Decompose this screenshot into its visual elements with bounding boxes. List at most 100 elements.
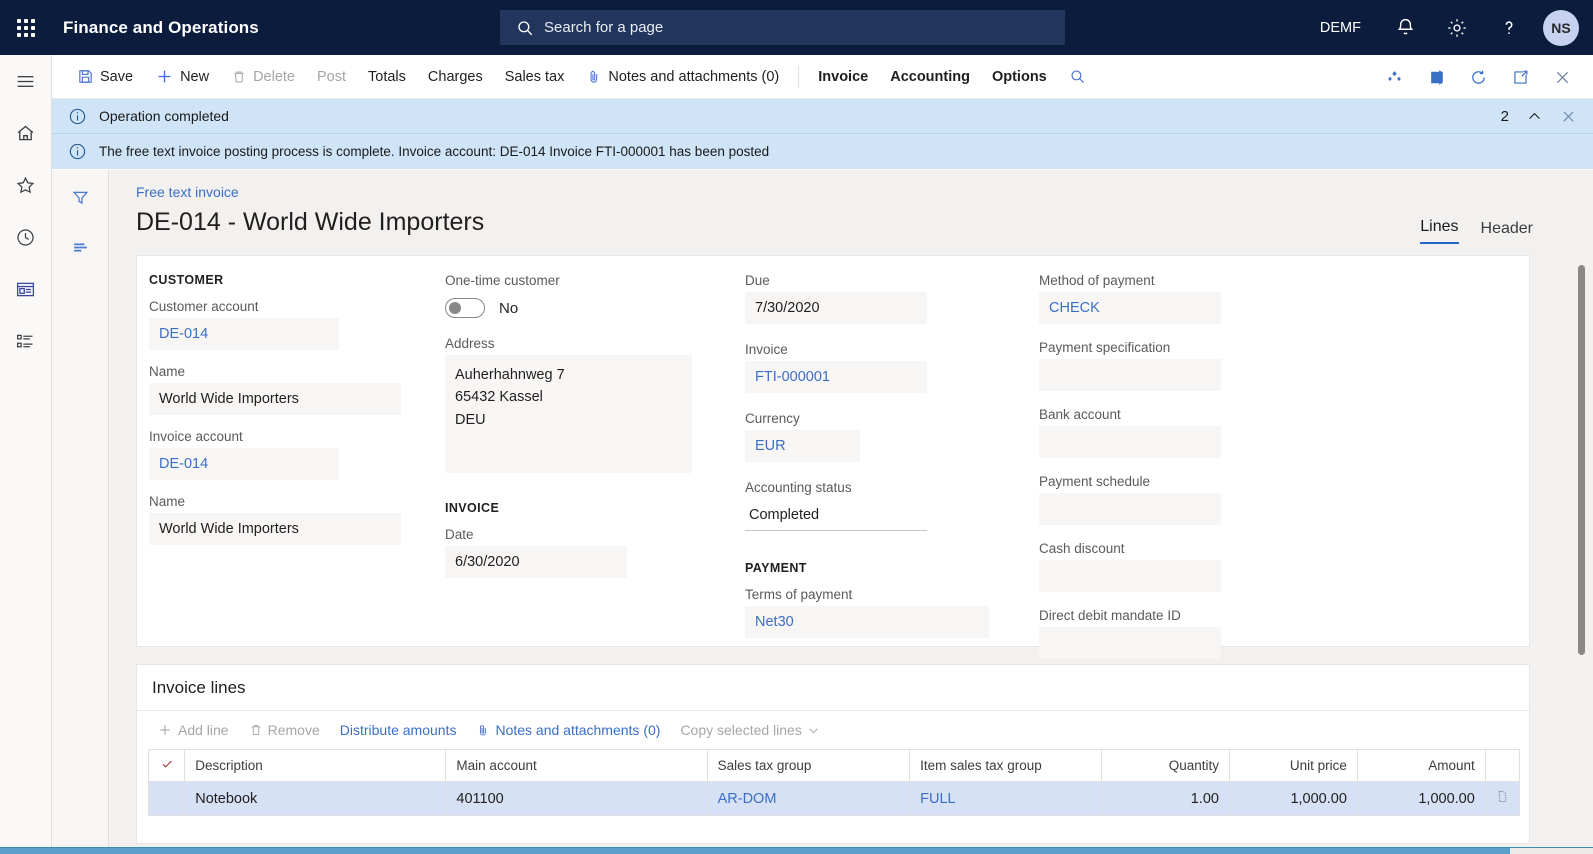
invoice-date-input[interactable]: 6/30/2020 — [445, 546, 627, 578]
modules-list-icon[interactable] — [6, 323, 46, 359]
field-currency: Currency EUR — [745, 411, 1005, 462]
filter-icon[interactable] — [63, 182, 97, 212]
invoice-header-card: CUSTOMER Customer account DE-014 Name Wo… — [136, 255, 1530, 647]
copy-selected-lines-button[interactable]: Copy selected lines — [670, 711, 829, 749]
column-header-main-account[interactable]: Main account — [446, 750, 707, 782]
post-button[interactable]: Post — [306, 55, 357, 99]
horizontal-scrollbar-thumb[interactable] — [0, 848, 1510, 854]
workspaces-icon[interactable] — [6, 271, 46, 307]
gear-icon[interactable] — [1431, 0, 1483, 55]
popout-icon[interactable] — [1499, 55, 1541, 99]
recent-clock-icon[interactable] — [6, 219, 46, 255]
field-invoice-account: Invoice account DE-014 — [149, 429, 349, 480]
currency-input[interactable]: EUR — [745, 430, 860, 462]
column-header-sales-tax-group[interactable]: Sales tax group — [707, 750, 910, 782]
message-bar-secondary: The free text invoice posting process is… — [52, 134, 1593, 169]
address-input[interactable]: Auherhahnweg 7 65432 Kassel DEU — [445, 355, 692, 473]
charges-button[interactable]: Charges — [417, 55, 494, 99]
column-header-amount[interactable]: Amount — [1357, 750, 1485, 782]
terms-of-payment-input[interactable]: Net30 — [745, 606, 989, 638]
invoice-account-name-input[interactable]: World Wide Importers — [149, 513, 401, 545]
cell-amount[interactable]: 1,000.00 — [1357, 782, 1485, 816]
add-line-button[interactable]: Add line — [147, 711, 239, 749]
new-button[interactable]: New — [144, 55, 220, 99]
payment-schedule-input[interactable] — [1039, 493, 1221, 525]
invoice-menu-button[interactable]: Invoice — [807, 55, 879, 99]
customer-name-input[interactable]: World Wide Importers — [149, 383, 401, 415]
field-invoice-account-name: Name World Wide Importers — [149, 494, 349, 545]
row-select-checkbox[interactable] — [149, 782, 185, 816]
invoice-number-input[interactable]: FTI-000001 — [745, 361, 927, 393]
cash-discount-input[interactable] — [1039, 560, 1221, 592]
method-of-payment-input[interactable]: CHECK — [1039, 292, 1221, 324]
column-header-item-sales-tax-group[interactable]: Item sales tax group — [910, 750, 1102, 782]
remove-line-button[interactable]: Remove — [239, 711, 330, 749]
column-header-unit-price[interactable]: Unit price — [1229, 750, 1357, 782]
direct-debit-mandate-id-label: Direct debit mandate ID — [1039, 608, 1239, 623]
home-icon[interactable] — [6, 115, 46, 151]
currency-label: Currency — [745, 411, 1005, 426]
horizontal-scrollbar-track[interactable] — [0, 848, 1593, 854]
open-in-office-icon[interactable] — [1415, 55, 1457, 99]
column-header-description[interactable]: Description — [185, 750, 446, 782]
user-avatar[interactable]: NS — [1543, 10, 1579, 46]
field-customer-account: Customer account DE-014 — [149, 299, 349, 350]
tab-header[interactable]: Header — [1481, 220, 1533, 244]
distribute-amounts-button[interactable]: Distribute amounts — [330, 711, 467, 749]
sales-tax-button[interactable]: Sales tax — [494, 55, 576, 99]
select-all-checkbox[interactable] — [149, 750, 185, 782]
global-search-box[interactable]: Search for a page — [500, 10, 1065, 45]
message-collapse-button[interactable] — [1519, 101, 1549, 131]
company-selector[interactable]: DEMF — [1302, 20, 1379, 36]
column-header-quantity[interactable]: Quantity — [1102, 750, 1230, 782]
cell-quantity[interactable]: 1.00 — [1102, 782, 1230, 816]
payment-details-group: Method of payment CHECK Payment specific… — [1039, 273, 1239, 673]
content-vertical-scrollbar[interactable] — [1578, 265, 1585, 655]
field-method-of-payment: Method of payment CHECK — [1039, 273, 1239, 324]
options-menu-label: Options — [992, 69, 1047, 85]
bank-account-label: Bank account — [1039, 407, 1239, 422]
totals-button[interactable]: Totals — [357, 55, 417, 99]
cell-attachment[interactable] — [1485, 782, 1519, 816]
table-row[interactable]: Notebook 401100 AR-DOM FULL 1.00 1,000.0… — [149, 782, 1520, 816]
bank-account-input[interactable] — [1039, 426, 1221, 458]
message-close-button[interactable] — [1553, 101, 1583, 131]
lines-notes-attachments-button[interactable]: Notes and attachments (0) — [466, 711, 670, 749]
due-date-input[interactable]: 7/30/2020 — [745, 292, 927, 324]
remove-line-label: Remove — [268, 722, 320, 738]
cell-unit-price[interactable]: 1,000.00 — [1229, 782, 1357, 816]
toolbar-search-button[interactable] — [1058, 55, 1097, 99]
cell-main-account[interactable]: 401100 — [446, 782, 707, 816]
help-question-icon[interactable] — [1483, 0, 1535, 55]
direct-debit-mandate-id-input[interactable] — [1039, 627, 1221, 659]
address-label: Address — [445, 336, 705, 351]
cell-description[interactable]: Notebook — [185, 782, 446, 816]
tab-lines[interactable]: Lines — [1420, 218, 1458, 244]
payment-specification-input[interactable] — [1039, 359, 1221, 391]
field-accounting-status: Accounting status Completed — [745, 480, 1005, 531]
share-icon[interactable] — [1373, 55, 1415, 99]
notes-and-attachments-button[interactable]: Notes and attachments (0) — [575, 55, 790, 99]
post-button-label: Post — [317, 69, 346, 85]
options-menu-button[interactable]: Options — [981, 55, 1058, 99]
app-launcher-icon[interactable] — [0, 0, 52, 55]
delete-button[interactable]: Delete — [220, 55, 306, 99]
breadcrumb[interactable]: Free text invoice — [136, 184, 1593, 200]
customer-account-input[interactable]: DE-014 — [149, 318, 339, 350]
cell-item-sales-tax-group[interactable]: FULL — [910, 782, 1102, 816]
cell-sales-tax-group[interactable]: AR-DOM — [707, 782, 910, 816]
invoice-details-group: Due 7/30/2020 Invoice FTI-000001 Currenc… — [745, 273, 1005, 652]
field-address: Address Auherhahnweg 7 65432 Kassel DEU — [445, 336, 705, 473]
one-time-customer-label: One-time customer — [445, 273, 705, 288]
refresh-icon[interactable] — [1457, 55, 1499, 99]
one-time-customer-toggle[interactable] — [445, 298, 485, 318]
favorites-star-icon[interactable] — [6, 167, 46, 203]
invoice-account-input[interactable]: DE-014 — [149, 448, 339, 480]
save-button[interactable]: Save — [66, 55, 144, 99]
list-lines-icon[interactable] — [63, 232, 97, 262]
accounting-menu-button[interactable]: Accounting — [879, 55, 981, 99]
hamburger-menu-icon[interactable] — [6, 63, 46, 99]
close-icon[interactable] — [1541, 55, 1583, 99]
left-navigation-rail — [0, 55, 52, 854]
notification-bell-icon[interactable] — [1379, 0, 1431, 55]
